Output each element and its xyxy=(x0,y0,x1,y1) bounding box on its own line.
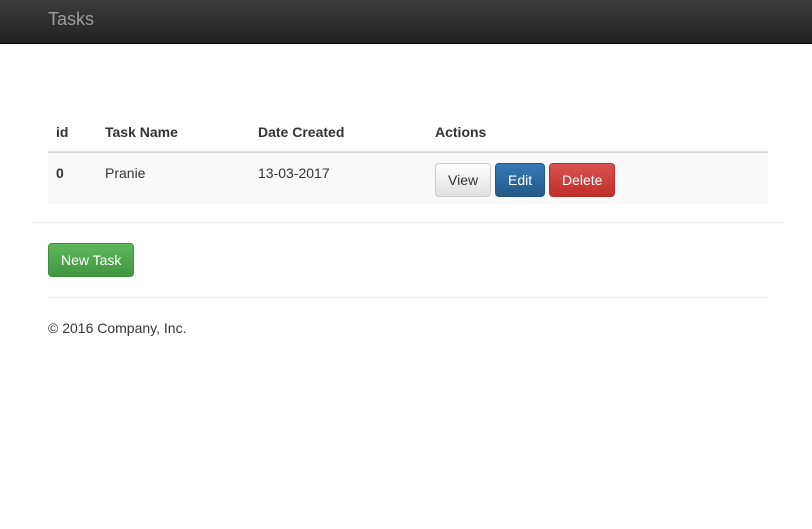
table-body: 0 Pranie 13-03-2017 View Edit Delete xyxy=(48,152,768,204)
view-button[interactable]: View xyxy=(435,163,492,197)
task-name-cell: Pranie xyxy=(105,165,146,181)
task-date-cell: 13-03-2017 xyxy=(258,165,330,181)
delete-button[interactable]: Delete xyxy=(549,163,616,197)
column-header-id: id xyxy=(48,112,97,153)
table-row: 0 Pranie 13-03-2017 View Edit Delete xyxy=(48,152,768,204)
table-header-row: id Task Name Date Created Actions xyxy=(48,112,768,153)
tasks-table: id Task Name Date Created Actions 0 Pran… xyxy=(48,112,768,204)
footer-copyright: © 2016 Company, Inc. xyxy=(48,320,187,336)
new-task-button[interactable]: New Task xyxy=(48,243,135,277)
divider xyxy=(33,222,783,223)
edit-button[interactable]: Edit xyxy=(494,163,546,197)
column-header-task-name: Task Name xyxy=(97,112,250,153)
table-header: id Task Name Date Created Actions xyxy=(48,112,768,153)
task-actions-cell: View Edit Delete xyxy=(427,152,768,204)
column-header-actions: Actions xyxy=(427,112,768,153)
tasks-table-container: id Task Name Date Created Actions 0 Pran… xyxy=(48,112,768,204)
navbar-brand[interactable]: Tasks xyxy=(48,9,94,29)
footer-divider xyxy=(48,297,768,298)
navbar: Tasks xyxy=(0,0,812,44)
task-id-cell: 0 xyxy=(56,165,64,181)
column-header-date-created: Date Created xyxy=(250,112,427,153)
